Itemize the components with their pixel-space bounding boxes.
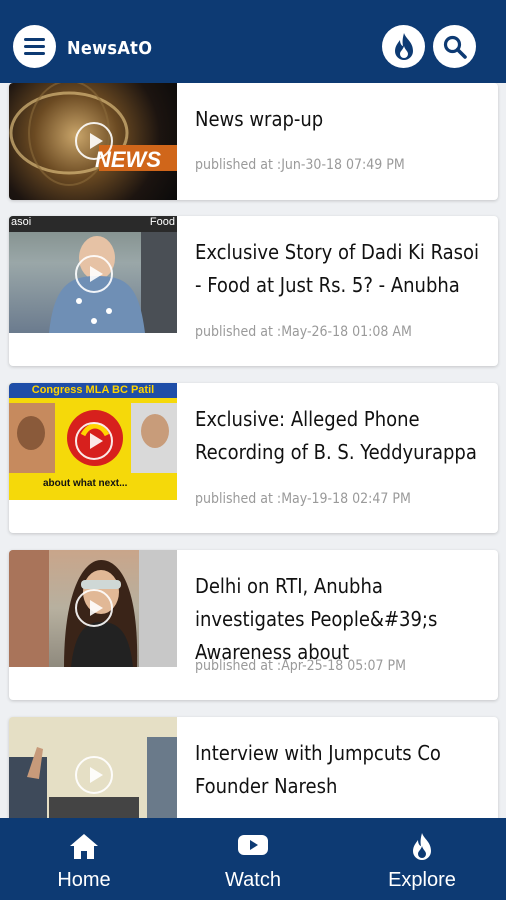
nav-explore[interactable]: Explore xyxy=(362,818,482,900)
news-card[interactable]: asoi Food Exclusive Story of Dadi Ki Ras… xyxy=(9,216,498,366)
publish-date: published at :May-26-18 01:08 AM xyxy=(195,324,412,340)
search-icon xyxy=(443,35,467,59)
home-icon xyxy=(70,834,98,859)
news-card[interactable]: Interview with Jumpcuts Co Founder Nares… xyxy=(9,717,498,818)
video-thumbnail[interactable] xyxy=(9,550,177,667)
app-header: NewsAtO xyxy=(0,0,506,83)
hamburger-menu-icon xyxy=(24,38,45,41)
video-thumbnail[interactable]: asoi Food xyxy=(9,216,177,333)
search-button[interactable] xyxy=(433,25,476,68)
news-title[interactable]: Exclusive: Alleged Phone Recording of B.… xyxy=(195,403,490,469)
news-card[interactable]: Congress MLA BC Patil about what next...… xyxy=(9,383,498,533)
play-icon[interactable] xyxy=(75,122,113,160)
news-title[interactable]: Exclusive Story of Dadi Ki Rasoi - Food … xyxy=(195,236,490,302)
play-icon[interactable] xyxy=(75,756,113,794)
video-thumbnail[interactable] xyxy=(9,717,177,818)
publish-date: published at :May-19-18 02:47 PM xyxy=(195,491,411,507)
trending-button[interactable] xyxy=(382,25,425,68)
play-icon[interactable] xyxy=(75,589,113,627)
news-title[interactable]: Interview with Jumpcuts Co Founder Nares… xyxy=(195,737,490,803)
news-title[interactable]: News wrap-up xyxy=(195,103,490,136)
video-thumbnail[interactable]: Congress MLA BC Patil about what next... xyxy=(9,383,177,500)
youtube-play-icon xyxy=(238,835,268,855)
play-icon[interactable] xyxy=(75,255,113,293)
nav-watch[interactable]: Watch xyxy=(193,818,313,900)
bottom-navigation: Home Watch Explore xyxy=(0,818,506,900)
publish-date: published at :Apr-25-18 05:07 PM xyxy=(195,658,406,674)
thumbnail-caption: Congress MLA BC Patil xyxy=(31,384,155,396)
nav-home-label: Home xyxy=(57,869,111,891)
play-icon[interactable] xyxy=(75,422,113,460)
thumbnail-caption: Food xyxy=(149,216,175,228)
nav-home[interactable]: Home xyxy=(24,818,144,900)
menu-button[interactable] xyxy=(13,25,56,68)
news-card[interactable]: Delhi on RTI, Anubha investigates People… xyxy=(9,550,498,700)
thumbnail-text-left: asoi xyxy=(11,216,32,228)
publish-date: published at :Jun-30-18 07:49 PM xyxy=(195,157,405,173)
app-title: NewsAtO xyxy=(67,38,153,59)
news-feed[interactable]: NEWS News wrap-up published at :Jun-30-1… xyxy=(0,83,506,818)
video-thumbnail[interactable]: NEWS xyxy=(9,83,177,200)
news-title[interactable]: Delhi on RTI, Anubha investigates People… xyxy=(195,570,490,669)
nav-explore-label: Explore xyxy=(388,869,456,891)
news-card[interactable]: NEWS News wrap-up published at :Jun-30-1… xyxy=(9,83,498,200)
flame-icon xyxy=(413,833,431,860)
thumbnail-subcaption: about what next... xyxy=(43,478,128,489)
nav-watch-label: Watch xyxy=(225,869,281,891)
flame-icon xyxy=(394,32,413,60)
